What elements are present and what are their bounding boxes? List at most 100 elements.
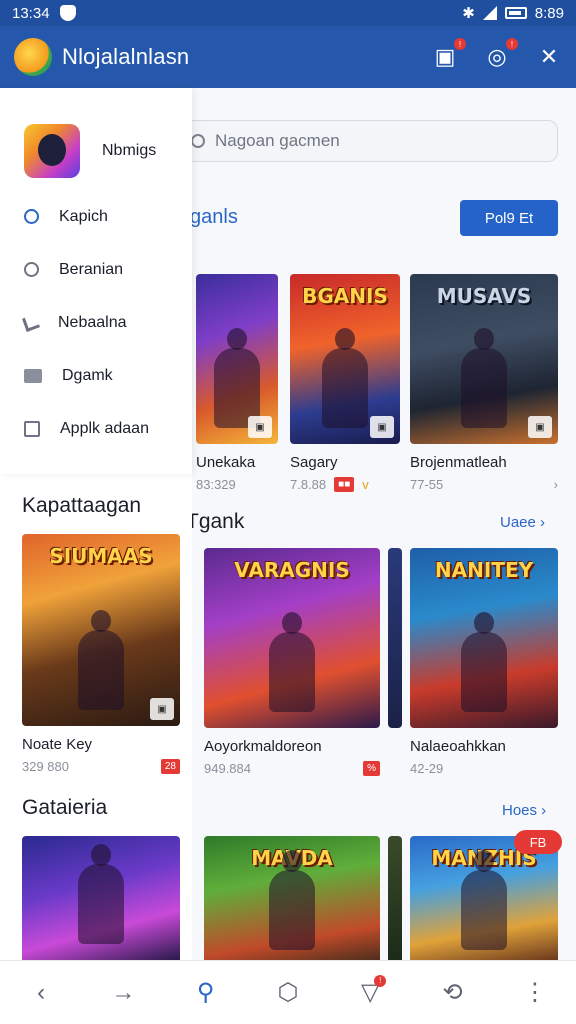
game-title: Unekaka — [196, 454, 256, 471]
game-thumbnail[interactable]: VARAGNIS — [204, 548, 380, 728]
game-badge: ▣ — [528, 416, 552, 438]
primary-action-button[interactable]: Pol9 Et — [460, 200, 558, 236]
game-thumbnail — [388, 836, 402, 966]
drawer-header[interactable]: Nbmigs — [0, 88, 192, 190]
back-button[interactable]: ‹ — [21, 973, 61, 1013]
game-thumbnail[interactable]: ▣ — [196, 274, 278, 444]
messages-button[interactable]: ▽ ! — [350, 973, 390, 1013]
gift-button[interactable]: ▣ ! — [432, 38, 466, 70]
game-title: Aoyorkmaldoreon — [204, 738, 322, 755]
game-thumb-title: SIUMAAS — [49, 544, 153, 568]
game-card-edge — [388, 836, 402, 966]
navigation-drawer: Nbmigs Kapich Beranian Nebaalna Dgamk Ap… — [0, 88, 192, 474]
game-badge: ▣ — [150, 698, 174, 720]
bluetooth-icon: ✱ — [462, 5, 475, 22]
chevron-icon: v — [362, 477, 369, 492]
shield-icon: ⬡ — [277, 979, 299, 1006]
sync-icon: ⟲ — [442, 979, 463, 1006]
game-thumbnail[interactable]: MANZHIS — [410, 836, 558, 966]
game-card[interactable]: NANITEY Nalaeoahkkan 42-29 — [410, 548, 558, 776]
game-card[interactable]: ▣ Unekaka 83:329 — [196, 274, 278, 492]
battery-icon — [504, 7, 527, 19]
character-figure — [78, 610, 124, 710]
sync-button[interactable]: ⟲ — [433, 973, 473, 1013]
forward-button[interactable]: → — [103, 973, 143, 1013]
game-thumb-title: NANITEY — [434, 558, 534, 582]
game-card[interactable] — [22, 836, 180, 960]
chat-button[interactable]: ◎ ! — [484, 38, 518, 70]
game-card[interactable]: VARAGNIS Aoyorkmaldoreon 949.884 % — [204, 548, 380, 776]
game-title: Nalaeoahkkan — [410, 738, 506, 755]
share-icon: ✕ — [539, 44, 559, 69]
game-title: Sagary — [290, 454, 338, 471]
game-card[interactable]: BGANIS ▣ Sagary 7.8.88 ■■ v — [290, 274, 400, 492]
game-thumbnail[interactable] — [22, 836, 180, 960]
status-bar: 13:34 ✱ 8:89 — [0, 0, 576, 26]
game-thumbnail[interactable]: MAVDA — [204, 836, 380, 966]
game-thumbnail[interactable]: BGANIS ▣ — [290, 274, 400, 444]
drawer-item-nebaalna[interactable]: Nebaalna — [0, 296, 192, 349]
game-title: Noate Key — [22, 736, 93, 753]
share-button[interactable]: ✕ — [536, 44, 562, 70]
profile-button[interactable]: ⚲ — [186, 973, 226, 1013]
character-figure — [461, 612, 507, 712]
game-thumbnail[interactable]: SIUMAAS ▣ — [22, 534, 180, 726]
signal-icon — [482, 6, 497, 20]
drawer-item-kapich[interactable]: Kapich — [0, 190, 192, 243]
character-figure — [322, 328, 368, 428]
game-card[interactable]: MAVDA — [204, 836, 380, 966]
back-icon: ‹ — [37, 978, 46, 1006]
character-figure — [461, 328, 507, 428]
drawer-item-label: Nebaalna — [58, 313, 127, 331]
bottom-navigation: ‹ → ⚲ ⬡ ▽ ! ⟲ ⋮ — [0, 960, 576, 1024]
section-title: ganls — [190, 206, 238, 228]
search-input[interactable]: Nagoan gacmen — [176, 120, 558, 162]
game-meta: 7.8.88 — [290, 477, 327, 492]
game-meta: 42-29 — [410, 761, 444, 776]
chat-icon: ◎ — [487, 44, 507, 69]
box-icon — [24, 420, 40, 437]
game-badge: ▣ — [370, 416, 394, 438]
character-figure — [269, 850, 315, 950]
image-icon — [24, 368, 42, 383]
left-panel: Kapattaagan SIUMAAS ▣ Noate Key 329 880 … — [0, 474, 192, 960]
search-icon — [191, 134, 205, 148]
game-meta: 83:329 — [196, 477, 236, 492]
chat-badge: ! — [506, 38, 518, 50]
game-thumbnail — [388, 548, 402, 728]
shield-button[interactable]: ⬡ — [268, 973, 308, 1013]
drawer-item-dgamk[interactable]: Dgamk — [0, 349, 192, 402]
search-icon — [24, 209, 39, 224]
game-card[interactable]: MANZHIS — [410, 836, 558, 966]
see-all-link[interactable]: Uaee › — [500, 514, 545, 531]
game-meta: 949.884 — [204, 761, 251, 776]
game-title: Brojenmatleah — [410, 454, 507, 471]
drawer-user-name: Nbmigs — [102, 142, 157, 159]
game-meta: 77-55 — [410, 477, 444, 492]
discount-badge: 28 — [160, 759, 180, 774]
more-icon: ⋮ — [522, 979, 547, 1006]
more-button[interactable]: ⋮ — [515, 973, 555, 1013]
drawer-item-beranian[interactable]: Beranian — [0, 243, 192, 296]
character-figure — [78, 844, 124, 944]
game-thumb-title: BGANIS — [302, 284, 388, 308]
game-thumbnail[interactable]: MUSAVS ▣ — [410, 274, 558, 444]
search-icon — [24, 262, 39, 277]
game-card[interactable]: MUSAVS ▣ Brojenmatleah 77-55 › — [410, 274, 558, 492]
hot-badge: FB — [514, 830, 562, 854]
game-thumb-title: MUSAVS — [436, 284, 532, 308]
see-all-link[interactable]: Hoes › — [502, 802, 546, 819]
avatar — [24, 124, 80, 178]
row-title: Tgank — [186, 510, 245, 533]
game-thumbnail[interactable]: NANITEY — [410, 548, 558, 728]
notification-shield-icon — [59, 5, 76, 21]
app-title: Nlojalalnlasn — [62, 44, 190, 69]
row-title: Kapattaagan — [22, 494, 142, 517]
drawer-item-label: Dgamk — [62, 366, 113, 384]
app-logo[interactable] — [14, 38, 52, 76]
more-chevron-icon[interactable]: › — [554, 477, 558, 492]
game-card[interactable]: SIUMAAS ▣ Noate Key 329 880 28 — [22, 534, 180, 774]
drawer-item-applk-adaan[interactable]: Applk adaan — [0, 402, 192, 455]
drawer-item-label: Beranian — [59, 260, 124, 278]
game-badge: ▣ — [248, 416, 272, 438]
